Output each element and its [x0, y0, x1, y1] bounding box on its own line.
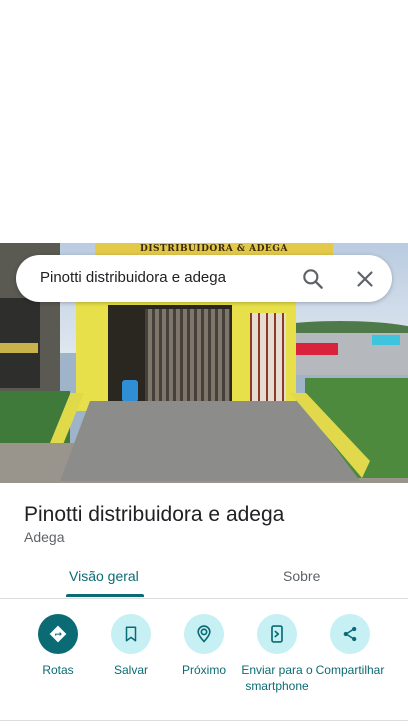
send-to-phone-icon: [257, 614, 297, 654]
share-label: Compartilhar: [315, 663, 385, 677]
nearby-label: Próximo: [181, 663, 226, 677]
close-icon[interactable]: [352, 266, 378, 292]
search-input[interactable]: Pinotti distribuidora e adega: [40, 269, 226, 286]
send-to-phone-button[interactable]: Enviar para o smartphone: [237, 614, 317, 694]
nearby-button[interactable]: Próximo: [164, 614, 244, 678]
directions-label: Rotas: [42, 663, 74, 677]
save-label: Salvar: [113, 663, 148, 677]
share-button[interactable]: Compartilhar: [310, 614, 390, 678]
directions-icon: [38, 614, 78, 654]
store-sign-text: DISTRIBUIDORA & ADEGA: [140, 244, 288, 254]
send-to-phone-label: Enviar para o smartphone: [241, 663, 313, 693]
tab-about[interactable]: Sobre: [283, 568, 320, 584]
save-button[interactable]: Salvar: [91, 614, 171, 678]
nearby-icon: [184, 614, 224, 654]
place-category: Adega: [24, 529, 65, 545]
share-icon: [330, 614, 370, 654]
divider: [0, 720, 408, 721]
tab-selected-indicator: [66, 594, 144, 597]
search-bar[interactable]: Pinotti distribuidora e adega: [16, 255, 392, 302]
divider: [0, 598, 408, 599]
directions-button[interactable]: Rotas: [18, 614, 98, 678]
tab-overview[interactable]: Visão geral: [69, 568, 139, 584]
map-blank-area: [0, 0, 408, 243]
search-icon[interactable]: [300, 266, 326, 292]
place-title: Pinotti distribuidora e adega: [24, 503, 285, 526]
bookmark-icon: [111, 614, 151, 654]
